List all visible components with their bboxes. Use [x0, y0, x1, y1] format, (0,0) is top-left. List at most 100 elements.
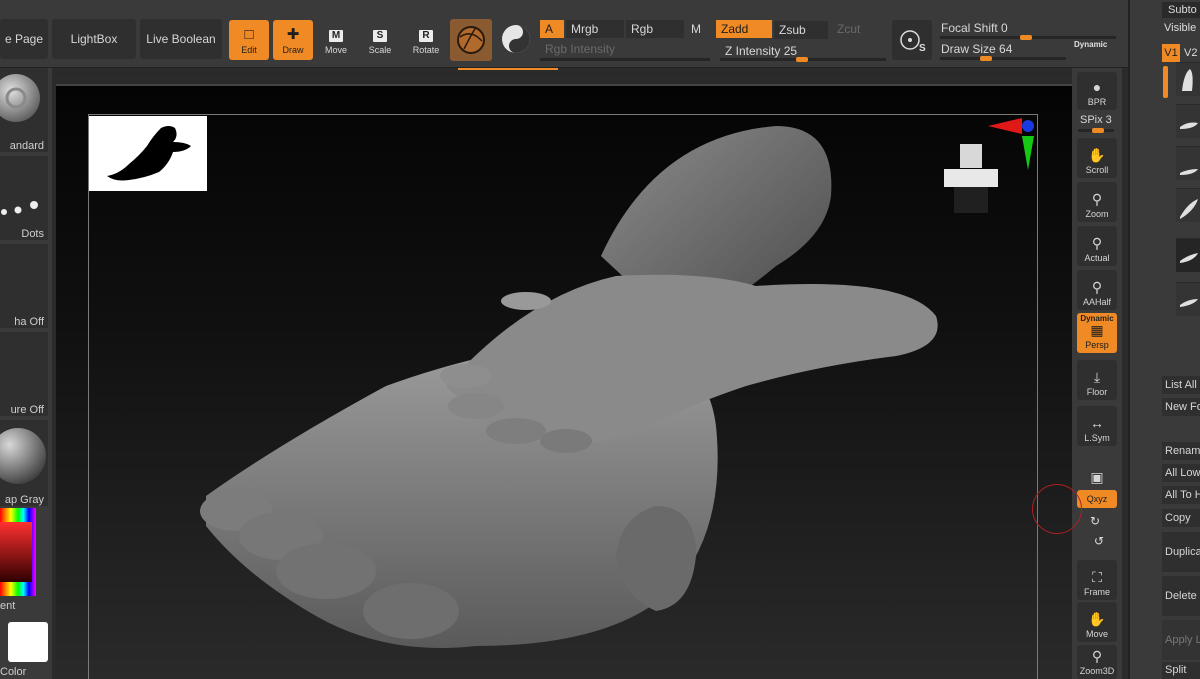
spix-knob[interactable] — [1092, 128, 1104, 133]
brush-button[interactable]: andard — [0, 68, 48, 152]
frame-icon: ⛶ — [1092, 569, 1102, 585]
material-sphere-button[interactable] — [450, 19, 492, 61]
duplicate-button[interactable]: Duplica — [1162, 532, 1200, 572]
rgb-intensity-track — [540, 58, 710, 61]
rename-button[interactable]: Renam — [1162, 442, 1200, 460]
subtool-item[interactable] — [1176, 282, 1200, 316]
scale-button[interactable]: S Scale — [360, 20, 400, 60]
color-saturation-square[interactable] — [0, 522, 32, 582]
material-button[interactable]: ap Gray — [0, 420, 48, 506]
magnifier-half-icon: ⚲ — [1091, 279, 1103, 295]
subtool-item[interactable] — [1176, 62, 1200, 96]
edit-button[interactable]: □ Edit — [229, 20, 269, 60]
dynamic-persp-label: Dynamic — [1080, 314, 1114, 323]
live-boolean-button[interactable]: Live Boolean — [140, 19, 222, 59]
draw-button[interactable]: ✚ Draw — [273, 20, 313, 60]
rotate-icon: R — [419, 30, 433, 42]
xyz-button[interactable]: Qxyz — [1077, 490, 1117, 508]
hand-thumb-icon — [1182, 69, 1193, 91]
rotate-z-icon[interactable]: ↺ — [1094, 534, 1104, 548]
edit-icon: □ — [244, 26, 254, 43]
texture-button[interactable]: ure Off — [0, 332, 48, 416]
dynamic-toggle[interactable]: Dynamic — [1074, 40, 1107, 49]
lock-button[interactable]: ▣ — [1077, 450, 1117, 490]
brush-standard-icon — [0, 74, 40, 122]
subtool-item[interactable] — [1176, 188, 1200, 222]
stroke-mode-button[interactable]: S — [892, 20, 932, 60]
magnifier-actual-icon: ⚲ — [1091, 235, 1103, 251]
move-icon: M — [329, 30, 343, 42]
zcut-toggle[interactable]: Zcut — [832, 20, 884, 38]
lock-icon: ▣ — [1090, 469, 1104, 485]
v1-button[interactable]: V1 — [1162, 44, 1180, 62]
subtool-scrollbar[interactable] — [1163, 66, 1168, 98]
visible-label: Visible — [1164, 22, 1197, 34]
apply-button[interactable]: Apply L — [1162, 620, 1200, 660]
bpr-button[interactable]: ● BPR — [1077, 72, 1117, 110]
draw-size-knob[interactable] — [980, 56, 992, 61]
top-toolbar: e Page LightBox Live Boolean □ Edit ✚ Dr… — [0, 0, 1155, 76]
draw-icon: ✚ — [286, 26, 300, 43]
draw-size-track — [940, 57, 1066, 60]
y-axis-arrow — [1022, 136, 1034, 170]
persp-button[interactable]: Dynamic ▦ Persp — [1077, 313, 1117, 353]
zoom-button[interactable]: ⚲ Zoom — [1077, 182, 1117, 222]
lightbox-button[interactable]: LightBox — [52, 19, 136, 59]
color-label: Color — [0, 666, 27, 678]
bpr-icon: ● — [1092, 79, 1102, 95]
gizmo-head — [960, 144, 982, 168]
subtool-title[interactable]: Subto — [1162, 2, 1200, 18]
magnifier-icon: ⚲ — [1091, 191, 1103, 207]
stroke-icon: S — [900, 30, 926, 54]
spix-slider[interactable]: SPix 3 — [1080, 114, 1112, 126]
new-folder-button[interactable]: New Fo — [1162, 398, 1200, 416]
viewport-top-scrollbar[interactable] — [56, 70, 1072, 76]
subtool-item[interactable] — [1176, 146, 1200, 180]
all-to-high-button[interactable]: All To H — [1162, 486, 1200, 504]
aahalf-button[interactable]: ⚲ AAHalf — [1077, 270, 1117, 310]
page-button[interactable]: e Page — [0, 19, 48, 59]
rotate-button[interactable]: R Rotate — [406, 20, 446, 60]
v2-button[interactable]: V2 — [1184, 44, 1197, 62]
rotate-y-icon[interactable]: ↻ — [1090, 514, 1100, 528]
zsub-toggle[interactable]: Zsub — [774, 21, 828, 39]
rgb-toggle[interactable]: Rgb — [626, 20, 684, 38]
hand-thumb-icon — [1180, 199, 1198, 219]
copy-button[interactable]: Copy — [1162, 509, 1200, 527]
stroke-button[interactable]: Dots — [0, 156, 48, 240]
subtool-item[interactable] — [1176, 104, 1200, 138]
scale-icon: S — [373, 30, 387, 42]
zoom3d-button[interactable]: ⚲ Zoom3D — [1077, 645, 1117, 679]
grid-icon: ▦ — [1090, 322, 1104, 338]
orientation-gizmo[interactable] — [940, 114, 1040, 234]
move-view-button[interactable]: ✋ Move — [1077, 602, 1117, 642]
rgb-intensity-slider[interactable]: Rgb Intensity — [540, 40, 710, 58]
m-toggle[interactable]: M — [686, 20, 714, 38]
delete-button[interactable]: Delete — [1162, 576, 1200, 616]
mrgb-toggle[interactable]: Mrgb — [566, 20, 624, 38]
a-toggle[interactable]: A — [540, 20, 564, 38]
hand-move-icon: ✋ — [1088, 611, 1106, 627]
alpha-button[interactable]: ha Off — [0, 244, 48, 328]
texture-sphere-button[interactable] — [496, 19, 536, 59]
draw-size-slider[interactable]: Draw Size 64 — [936, 40, 1066, 58]
sculpt-model[interactable] — [56, 86, 1072, 679]
matcap-sphere-icon — [0, 428, 46, 484]
move-button[interactable]: M Move — [316, 20, 356, 60]
hand-thumb-icon — [1180, 299, 1198, 307]
zadd-toggle[interactable]: Zadd — [716, 20, 772, 38]
symmetry-icon: ↔ — [1090, 415, 1104, 431]
subtool-item-selected[interactable] — [1176, 238, 1200, 272]
main-color-swatch[interactable] — [8, 622, 48, 662]
actual-button[interactable]: ⚲ Actual — [1077, 226, 1117, 266]
split-button[interactable]: Split — [1162, 662, 1200, 679]
lsym-button[interactable]: ↔ L.Sym — [1077, 406, 1117, 446]
floor-button[interactable]: ⤓ Floor — [1077, 360, 1117, 400]
scroll-button[interactable]: ✋ Scroll — [1077, 138, 1117, 178]
all-low-button[interactable]: All Low — [1162, 464, 1200, 482]
svg-text:S: S — [919, 43, 926, 54]
z-intensity-knob[interactable] — [796, 57, 808, 62]
list-all-button[interactable]: List All — [1162, 376, 1200, 394]
frame-button[interactable]: ⛶ Frame — [1077, 560, 1117, 600]
color-picker[interactable] — [0, 508, 36, 596]
